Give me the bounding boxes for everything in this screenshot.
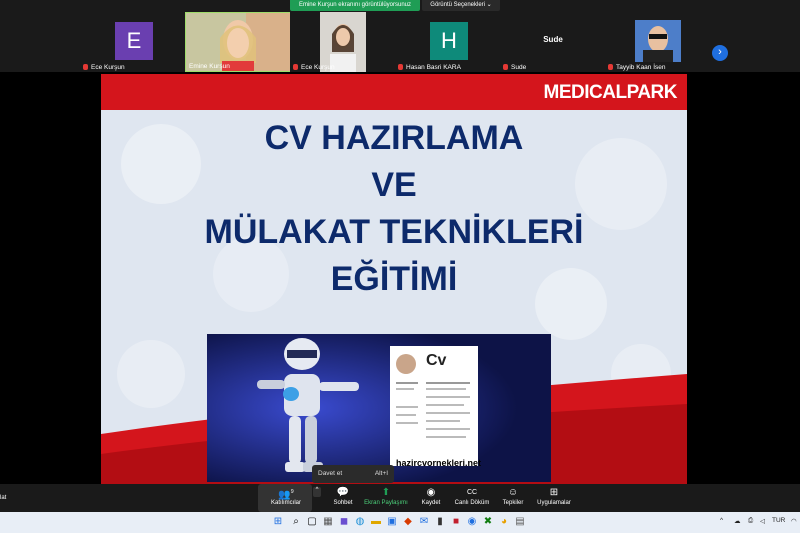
next-page-button[interactable]: › [712,45,728,61]
participants-count: 9 [290,489,294,495]
participant-name: Sude [511,64,527,71]
mail-icon[interactable]: ✉ [418,516,430,528]
chevron-down-icon: ⌄ [486,2,492,8]
mic-muted-icon [503,64,508,70]
chrome-icon[interactable]: ◕ [498,516,510,528]
chat-app-icon[interactable]: ◼ [338,516,350,528]
participant-name: Ece Kurşun [91,64,125,71]
smiley-icon: ☺ [507,487,519,498]
xbox-icon[interactable]: ✖ [482,516,494,528]
participants-button[interactable]: 👥9 Katılımcılar [268,487,304,506]
participant-name: Tayyib Kaan İsen [616,64,666,71]
participant-name: Emine Kurşun [189,63,230,70]
participant-tile[interactable]: Tayyib Kaan İsen [605,12,711,72]
view-options-button[interactable]: Görüntü Seçenekleri ⌄ [422,0,500,11]
avatar: E [115,22,153,60]
avatar: H [430,22,468,60]
presentation-slide: MEDICALPARK CV HAZIRLAMA VE MÜLAKAT TEKN… [101,74,687,484]
participant-tile[interactable]: H Hasan Basri KARA [395,12,501,72]
participant-name: Ece Kurşun [301,64,335,71]
live-transcript-button[interactable]: CC Canlı Döküm [452,487,492,506]
slide-title-line: MÜLAKAT TEKNİKLERİ [204,213,584,251]
closed-captions-icon: CC [466,489,478,496]
cv-website-label: hazircvornekleri.net [396,458,482,468]
mic-muted-icon [608,64,613,70]
video-feed [635,20,681,62]
robot-illustration [207,334,551,482]
live-transcript-label: Canlı Döküm [454,500,490,506]
share-screen-icon: ⬆ [381,487,391,498]
record-button[interactable]: ◉ Kaydet [416,487,446,506]
tooltip-label: Davet et [318,470,343,477]
zoom-app-icon[interactable]: ◉ [466,516,478,528]
apps-icon: ⊞ [549,487,559,498]
cloud-icon[interactable]: ☁ [734,517,741,525]
mic-muted-icon [83,64,88,70]
language-indicator[interactable]: TUR [772,517,785,524]
slide-title-line: EĞİTİMİ [330,260,458,298]
participants-label: Katılımcılar [270,500,301,506]
task-view-icon[interactable]: ▢ [306,516,318,528]
apps-button[interactable]: ⊞ Uygulamalar [534,487,574,506]
invite-tooltip: Davet et Alt+I [312,465,394,483]
app-icon-gray[interactable]: ▤ [514,516,526,528]
participant-tile-active-speaker[interactable]: Emine Kurşun [185,12,291,72]
media-icon[interactable]: ▮ [434,516,446,528]
apps-label: Uygulamalar [537,500,571,506]
slide-title-line: VE [371,166,417,204]
speaker-icon[interactable]: ◁ [760,517,765,525]
file-explorer-icon[interactable]: ▬ [370,516,382,528]
reactions-label: Tepkiler [502,500,524,506]
slide-hero-image: Cv hazircvornekleri.net [207,334,551,482]
record-label: Kaydet [421,500,441,506]
edge-browser-icon[interactable]: ◍ [354,516,366,528]
wifi-icon[interactable]: ◠ [791,517,797,525]
tooltip-shortcut: Alt+I [374,470,388,477]
mic-muted-icon [293,64,298,70]
sharing-status-pill[interactable]: Emine Kurşun ekranını görüntülüyorsunuz [290,0,420,11]
cv-card-title: Cv [426,352,447,369]
windows-start-icon[interactable]: ⊞ [272,516,284,528]
participant-strip: E Ece Kurşun Emine Kurşun Ece Kurşun H H… [0,12,800,72]
participant-name: Hasan Basri KARA [406,64,461,71]
participant-tile[interactable]: E Ece Kurşun [80,12,186,72]
chat-button[interactable]: 💬 Sohbet [328,487,358,506]
participants-menu-button[interactable]: ^ [313,487,321,497]
people-icon: 👥9 [278,489,294,501]
mic-muted-icon [398,64,403,70]
share-screen-button[interactable]: ⬆ Ekran Paylaşımı [364,487,408,506]
chat-icon: 💬 [336,487,350,498]
shared-screen: MEDICALPARK CV HAZIRLAMA VE MÜLAKAT TEKN… [0,72,800,484]
chevron-up-icon: ^ [315,487,319,493]
windows-taskbar: ⊞ ⌕ ▢ ▦ ◼ ◍ ▬ ▣ ◆ ✉ ▮ ■ ◉ ✖ ◕ ▤ ^ ☁ ⎙ ◁ … [0,512,800,533]
participant-tile[interactable]: Sude Sude [500,12,606,72]
chat-label: Sohbet [333,500,353,506]
slide-title-line: CV HAZIRLAMA [264,119,524,157]
chevron-up-icon[interactable]: ^ [720,517,723,524]
reactions-button[interactable]: ☺ Tepkiler [498,487,528,506]
toolbar-left-fragment: lat [0,495,7,501]
widgets-icon[interactable]: ▦ [322,516,334,528]
view-options-label: Görüntü Seçenekleri [430,2,485,8]
video-feed [290,12,396,72]
store-icon[interactable]: ▣ [386,516,398,528]
share-screen-label: Ekran Paylaşımı [364,500,408,506]
participant-tile[interactable]: Ece Kurşun [290,12,396,72]
participant-display-name: Sude [543,35,563,44]
record-icon: ◉ [426,487,436,498]
cv-template-card: Cv hazircvornekleri.net [390,346,482,468]
top-banner: Emine Kurşun ekranını görüntülüyorsunuz … [0,0,800,12]
meeting-toolbar: lat 👥9 Katılımcılar ^ 💬 Sohbet ⬆ Ekran P… [0,484,800,512]
printer-icon[interactable]: ⎙ [748,517,753,525]
office-icon[interactable]: ◆ [402,516,414,528]
brand-logo: MEDICALPARK [543,82,678,103]
search-icon[interactable]: ⌕ [290,516,302,528]
chevron-right-icon: › [718,46,722,58]
app-icon-red[interactable]: ■ [450,516,462,528]
